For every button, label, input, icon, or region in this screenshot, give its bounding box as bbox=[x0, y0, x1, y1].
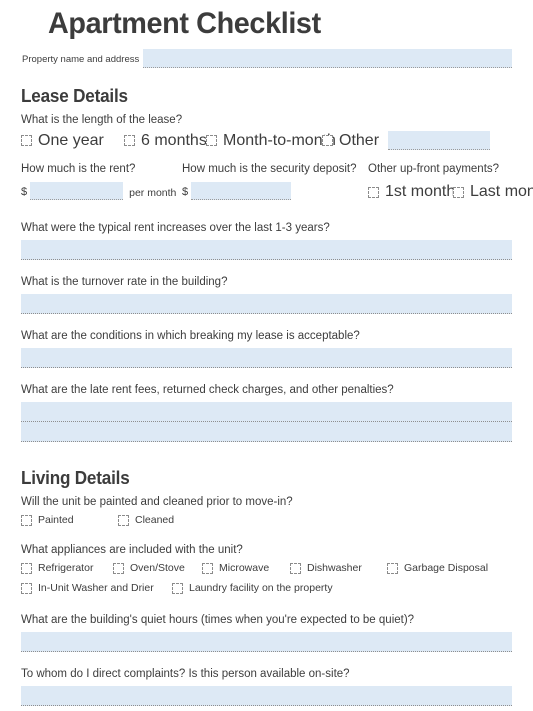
property-input[interactable] bbox=[143, 49, 512, 68]
checkbox-6-months[interactable]: 6 months bbox=[124, 131, 207, 150]
checkbox-label: Refrigerator bbox=[38, 562, 94, 574]
checkbox-one-year[interactable]: One year bbox=[21, 132, 124, 150]
question-label: To whom do I direct complaints? Is this … bbox=[21, 668, 350, 680]
checkbox-icon bbox=[387, 562, 398, 574]
checkbox-icon bbox=[206, 135, 217, 146]
checkbox-in-unit-washer-and-drier[interactable]: In-Unit Washer and Drier bbox=[21, 581, 172, 595]
checkbox-garbage-disposal[interactable]: Garbage Disposal bbox=[387, 561, 488, 575]
question-input-line2[interactable] bbox=[21, 422, 512, 442]
deposit-currency: $ bbox=[182, 186, 189, 198]
checkbox-painted[interactable]: Painted bbox=[21, 513, 118, 527]
section-heading-living: Living Details bbox=[21, 468, 130, 488]
deposit-input[interactable] bbox=[191, 182, 292, 200]
section-heading-lease: Lease Details bbox=[21, 86, 128, 106]
checkbox-1st-month[interactable]: 1st month bbox=[368, 183, 456, 201]
checkbox-label: Last month bbox=[470, 183, 533, 200]
checkbox-icon bbox=[21, 135, 32, 146]
question-input[interactable] bbox=[21, 294, 512, 314]
question-block: To whom do I direct complaints? Is this … bbox=[21, 667, 512, 706]
question-label: What are the conditions in which breakin… bbox=[21, 330, 360, 342]
appliance-options-row-2: In-Unit Washer and Drier Laundry facilit… bbox=[21, 581, 512, 595]
checkbox-oven-stove[interactable]: Oven/Stove bbox=[113, 561, 202, 575]
checkbox-label: Garbage Disposal bbox=[404, 562, 489, 574]
checkbox-dishwasher[interactable]: Dishwasher bbox=[290, 561, 387, 575]
question-input[interactable] bbox=[21, 348, 512, 368]
upfront-question: Other up-front payments? bbox=[368, 163, 500, 175]
question-label: What were the typical rent increases ove… bbox=[21, 222, 330, 234]
question-input[interactable] bbox=[21, 402, 512, 422]
rent-column: How much is the rent? $ per month bbox=[21, 162, 182, 201]
deposit-column: How much is the security deposit? $ bbox=[182, 162, 368, 201]
question-input[interactable] bbox=[21, 686, 512, 706]
lease-other-input[interactable] bbox=[388, 131, 490, 150]
checkbox-label: 1st month bbox=[385, 183, 456, 200]
checkbox-cleaned[interactable]: Cleaned bbox=[118, 513, 174, 527]
checkbox-icon bbox=[202, 562, 213, 574]
checkbox-icon bbox=[368, 186, 379, 198]
checkbox-icon bbox=[172, 582, 183, 594]
checkbox-icon bbox=[118, 514, 129, 526]
checkbox-label: One year bbox=[38, 131, 104, 149]
question-label: What is the turnover rate in the buildin… bbox=[21, 276, 228, 288]
deposit-input-line: $ bbox=[182, 182, 368, 200]
checkbox-label: Dishwasher bbox=[307, 562, 362, 574]
upfront-column: Other up-front payments? 1st month Last … bbox=[368, 162, 533, 201]
checkbox-icon bbox=[124, 135, 135, 146]
paint-options: Painted Cleaned bbox=[21, 513, 512, 527]
lease-length-options: One year 6 months Month-to-month Other bbox=[21, 131, 512, 150]
checkbox-other[interactable]: Other bbox=[322, 132, 379, 150]
question-block: What are the conditions in which breakin… bbox=[21, 329, 512, 368]
checkbox-label: In-Unit Washer and Drier bbox=[38, 582, 154, 594]
property-label: Property name and address bbox=[22, 54, 140, 65]
appliance-question: What appliances are included with the un… bbox=[21, 544, 243, 556]
checkbox-icon bbox=[322, 135, 333, 146]
checklist-page: Apartment Checklist Property name and ad… bbox=[0, 7, 533, 711]
rent-input-line: $ per month bbox=[21, 182, 182, 200]
question-label: What are the building's quiet hours (tim… bbox=[21, 614, 415, 626]
checkbox-label: Cleaned bbox=[135, 514, 175, 526]
rent-input[interactable] bbox=[30, 182, 124, 200]
checkbox-microwave[interactable]: Microwave bbox=[202, 561, 290, 575]
question-block: What were the typical rent increases ove… bbox=[21, 221, 512, 260]
checkbox-icon bbox=[290, 562, 301, 574]
checkbox-month-to-month[interactable]: Month-to-month bbox=[206, 132, 336, 150]
question-input[interactable] bbox=[21, 632, 512, 652]
rent-question: How much is the rent? bbox=[21, 163, 136, 175]
checkbox-icon bbox=[21, 562, 32, 574]
question-input-multiline bbox=[21, 402, 512, 442]
rent-row: How much is the rent? $ per month How mu… bbox=[21, 162, 533, 201]
checkbox-icon bbox=[113, 562, 124, 574]
checkbox-icon bbox=[453, 186, 464, 198]
page-title: Apartment Checklist bbox=[48, 7, 321, 40]
checkbox-label: Month-to-month bbox=[223, 131, 336, 149]
property-row: Property name and address bbox=[22, 49, 512, 68]
question-block: What are the building's quiet hours (tim… bbox=[21, 613, 512, 652]
checkbox-icon bbox=[21, 514, 32, 526]
question-label: What are the late rent fees, returned ch… bbox=[21, 384, 394, 396]
question-input[interactable] bbox=[21, 240, 512, 260]
deposit-question: How much is the security deposit? bbox=[182, 163, 357, 175]
checkbox-label: 6 months bbox=[141, 131, 207, 149]
checkbox-label: Laundry facility on the property bbox=[189, 582, 333, 594]
question-block: What are the late rent fees, returned ch… bbox=[21, 383, 512, 442]
checkbox-label: Other bbox=[339, 131, 380, 149]
upfront-options: 1st month Last month bbox=[368, 183, 533, 201]
rent-suffix: per month bbox=[129, 187, 177, 199]
checkbox-label: Microwave bbox=[219, 562, 270, 574]
paint-question: Will the unit be painted and cleaned pri… bbox=[21, 496, 293, 508]
checkbox-refrigerator[interactable]: Refrigerator bbox=[21, 561, 113, 575]
checkbox-last-month[interactable]: Last month bbox=[453, 183, 533, 201]
appliance-options-row-1: Refrigerator Oven/Stove Microwave Dishwa… bbox=[21, 561, 512, 575]
checkbox-label: Oven/Stove bbox=[130, 562, 185, 574]
question-block: What is the turnover rate in the buildin… bbox=[21, 275, 512, 314]
checkbox-icon bbox=[21, 582, 32, 594]
checkbox-laundry-facility[interactable]: Laundry facility on the property bbox=[172, 581, 333, 595]
rent-currency: $ bbox=[21, 186, 28, 198]
checkbox-label: Painted bbox=[38, 514, 74, 526]
lease-length-question: What is the length of the lease? bbox=[21, 114, 183, 126]
